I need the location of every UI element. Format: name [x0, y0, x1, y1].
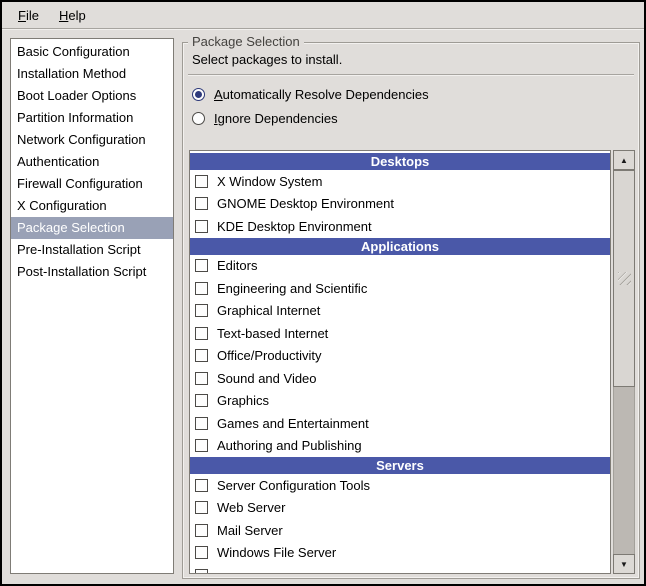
package-label: Graphics	[217, 393, 269, 408]
package-list-area: Desktops X Window System GNOME Desktop E…	[189, 150, 635, 574]
package-label: Server Configuration Tools	[217, 478, 370, 493]
scrollbar-grip-icon	[618, 272, 631, 285]
package-label: KDE Desktop Environment	[217, 219, 372, 234]
package-row-x-window-system[interactable]: X Window System	[190, 170, 610, 193]
sidebar-item-partition-information[interactable]: Partition Information	[11, 107, 173, 129]
menu-help[interactable]: Help	[49, 5, 96, 26]
menu-bar: File Help	[2, 2, 644, 29]
package-label: Web Server	[217, 500, 285, 515]
checkbox-icon[interactable]	[195, 304, 208, 317]
package-label: Windows File Server	[217, 545, 336, 560]
scroll-down-button[interactable]: ▼	[613, 554, 635, 574]
vertical-scrollbar[interactable]: ▲ ▼	[613, 150, 635, 574]
package-row-text-based-internet[interactable]: Text-based Internet	[190, 322, 610, 345]
package-row-games-entertainment[interactable]: Games and Entertainment	[190, 412, 610, 435]
package-row-gnome-desktop[interactable]: GNOME Desktop Environment	[190, 193, 610, 216]
package-row-office-productivity[interactable]: Office/Productivity	[190, 345, 610, 368]
scroll-up-icon: ▲	[620, 156, 628, 165]
package-label: Text-based Internet	[217, 326, 328, 341]
checkbox-icon[interactable]	[195, 569, 208, 574]
package-list: Desktops X Window System GNOME Desktop E…	[189, 150, 611, 574]
checkbox-icon[interactable]	[195, 197, 208, 210]
checkbox-icon[interactable]	[195, 175, 208, 188]
radio-button-icon[interactable]	[192, 88, 205, 101]
sidebar-item-installation-method[interactable]: Installation Method	[11, 63, 173, 85]
checkbox-icon[interactable]	[195, 501, 208, 514]
radio-auto-resolve-dependencies[interactable]: Automatically Resolve Dependencies	[192, 85, 429, 103]
group-header-servers: Servers	[190, 457, 610, 474]
sidebar-item-boot-loader-options[interactable]: Boot Loader Options	[11, 85, 173, 107]
checkbox-icon[interactable]	[195, 327, 208, 340]
sidebar-item-post-installation-script[interactable]: Post-Installation Script	[11, 261, 173, 283]
sidebar-item-pre-installation-script[interactable]: Pre-Installation Script	[11, 239, 173, 261]
checkbox-icon[interactable]	[195, 546, 208, 559]
kickstart-configurator-window: File Help Basic Configuration Installati…	[0, 0, 646, 586]
checkbox-icon[interactable]	[195, 394, 208, 407]
package-row-engineering-scientific[interactable]: Engineering and Scientific	[190, 277, 610, 300]
scroll-down-icon: ▼	[620, 560, 628, 569]
menu-file-label: F	[18, 8, 26, 23]
package-label: GNOME Desktop Environment	[217, 196, 394, 211]
package-label: Sound and Video	[217, 371, 317, 386]
checkbox-icon[interactable]	[195, 282, 208, 295]
group-header-desktops: Desktops	[190, 153, 610, 170]
panel-frame-title: Package Selection	[188, 34, 304, 50]
scroll-up-button[interactable]: ▲	[613, 150, 635, 170]
sidebar-item-x-configuration[interactable]: X Configuration	[11, 195, 173, 217]
package-label: Office/Productivity	[217, 348, 322, 363]
sidebar-item-authentication[interactable]: Authentication	[11, 151, 173, 173]
checkbox-icon[interactable]	[195, 479, 208, 492]
package-label: Graphical Internet	[217, 303, 320, 318]
package-label: Editors	[217, 258, 257, 273]
package-label: Mail Server	[217, 523, 283, 538]
checkbox-icon[interactable]	[195, 417, 208, 430]
radio-ignore-dependencies[interactable]: Ignore Dependencies	[192, 109, 338, 127]
package-row-server-config-tools[interactable]: Server Configuration Tools	[190, 474, 610, 497]
checkbox-icon[interactable]	[195, 439, 208, 452]
config-section-list: Basic Configuration Installation Method …	[10, 38, 174, 574]
package-row-partial[interactable]	[190, 564, 610, 574]
package-row-authoring-publishing[interactable]: Authoring and Publishing	[190, 435, 610, 458]
package-label: Games and Entertainment	[217, 416, 369, 431]
package-selection-panel: Package Selection Select packages to ins…	[182, 42, 640, 579]
package-row-mail-server[interactable]: Mail Server	[190, 519, 610, 542]
sidebar-item-network-configuration[interactable]: Network Configuration	[11, 129, 173, 151]
radio-ignore-label: Ignore Dependencies	[214, 111, 338, 126]
checkbox-icon[interactable]	[195, 372, 208, 385]
package-label: Engineering and Scientific	[217, 281, 367, 296]
scrollbar-thumb[interactable]	[613, 170, 635, 387]
package-row-kde-desktop[interactable]: KDE Desktop Environment	[190, 215, 610, 238]
panel-subtitle: Select packages to install.	[192, 52, 342, 67]
radio-auto-resolve-label: Automatically Resolve Dependencies	[214, 87, 429, 102]
sidebar-item-firewall-configuration[interactable]: Firewall Configuration	[11, 173, 173, 195]
sidebar-item-basic-configuration[interactable]: Basic Configuration	[11, 41, 173, 63]
group-header-applications: Applications	[190, 238, 610, 255]
package-row-graphical-internet[interactable]: Graphical Internet	[190, 300, 610, 323]
menu-file[interactable]: File	[8, 5, 49, 26]
package-row-graphics[interactable]: Graphics	[190, 390, 610, 413]
checkbox-icon[interactable]	[195, 349, 208, 362]
package-row-web-server[interactable]: Web Server	[190, 497, 610, 520]
checkbox-icon[interactable]	[195, 524, 208, 537]
package-label: X Window System	[217, 174, 322, 189]
scrollbar-track[interactable]	[613, 170, 635, 554]
menu-help-label: H	[59, 8, 68, 23]
package-row-sound-and-video[interactable]: Sound and Video	[190, 367, 610, 390]
checkbox-icon[interactable]	[195, 259, 208, 272]
separator-line	[188, 74, 634, 75]
package-row-windows-file-server[interactable]: Windows File Server	[190, 542, 610, 565]
sidebar-item-package-selection[interactable]: Package Selection	[11, 217, 173, 239]
package-row-editors[interactable]: Editors	[190, 255, 610, 278]
checkbox-icon[interactable]	[195, 220, 208, 233]
package-label: Authoring and Publishing	[217, 438, 362, 453]
radio-button-icon[interactable]	[192, 112, 205, 125]
